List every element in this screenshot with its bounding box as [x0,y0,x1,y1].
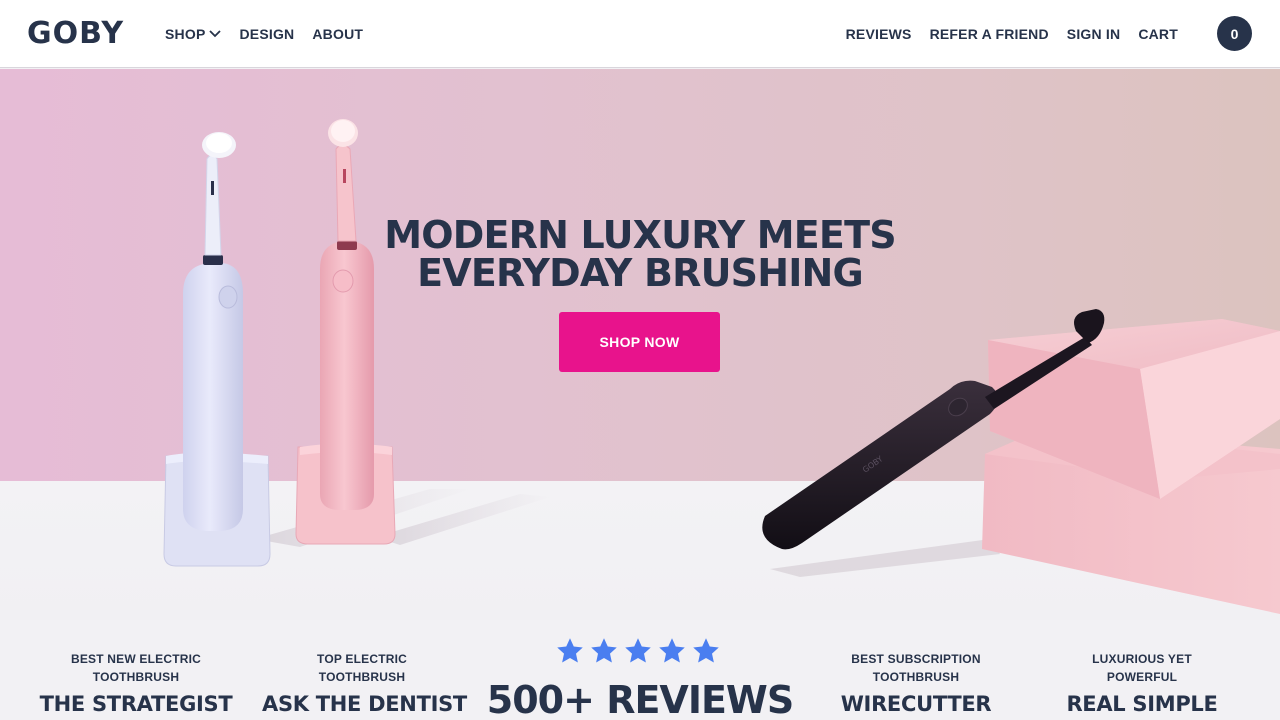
press-source: ASK THE DENTIST [262,692,467,716]
star-icon [557,638,583,663]
shop-now-button[interactable]: SHOP NOW [559,312,720,372]
press-caption-line: POWERFUL [1106,670,1178,684]
hero-banner: GOBY MODERN LUXURY MEETS EVERYDAY BRUSHI… [0,69,1280,620]
primary-nav: SHOP DESIGN ABOUT [165,0,381,68]
press-caption-line: BEST NEW ELECTRIC [70,652,202,666]
press-item-wirecutter: BEST SUBSCRIPTION TOOTHBRUSH WIRECUTTER [816,650,1016,716]
press-strip: BEST NEW ELECTRIC TOOTHBRUSH THE STRATEG… [0,620,1280,720]
goby-logo[interactable]: GOBY [27,16,124,52]
chevron-down-icon [209,30,222,38]
account-nav: REVIEWS REFER A FRIEND SIGN IN CART [828,0,1178,68]
press-source: THE STRATEGIST [39,692,233,716]
nav-sign-in[interactable]: SIGN IN [1067,26,1121,42]
nav-shop[interactable]: SHOP [165,26,222,42]
press-item-real-simple: LUXURIOUS YET POWERFUL REAL SIMPLE [1042,650,1242,716]
press-caption-line: TOP ELECTRIC [317,652,407,666]
hero-heading-line-1: MODERN LUXURY MEETS [384,213,896,257]
cart-count-badge[interactable]: 0 [1217,16,1252,51]
press-caption: LUXURIOUS YET POWERFUL [1042,650,1242,686]
star-icon [659,638,685,663]
press-caption: BEST SUBSCRIPTION TOOTHBRUSH [816,650,1016,686]
black-brush-shadow [770,539,1000,577]
reviews-count[interactable]: 500+ REVIEWS [480,678,800,720]
hero-heading-line-2: EVERYDAY BRUSHING [417,251,864,295]
press-caption-line: TOOTHBRUSH [872,670,960,684]
rating-stars [555,636,725,666]
star-icon [591,638,617,663]
press-caption-line: LUXURIOUS YET [1092,652,1192,666]
site-header: GOBY SHOP DESIGN ABOUT REVIEWS REFER A F… [0,0,1280,68]
press-item-ask-the-dentist: TOP ELECTRIC TOOTHBRUSH ASK THE DENTIST [262,650,467,716]
pink-toothbrush [295,119,396,545]
star-icon [693,638,719,663]
press-caption-line: TOOTHBRUSH [318,670,406,684]
pink-display-blocks [982,319,1280,614]
star-icon [625,638,651,663]
press-source: WIRECUTTER [840,692,992,716]
nav-about[interactable]: ABOUT [312,26,363,42]
press-caption-line: BEST SUBSCRIPTION [851,652,981,666]
nav-refer-a-friend[interactable]: REFER A FRIEND [930,26,1049,42]
nav-cart[interactable]: CART [1138,26,1178,42]
press-caption-line: TOOTHBRUSH [92,670,180,684]
lavender-toothbrush [163,132,271,567]
nav-shop-label: SHOP [165,26,206,42]
press-source: REAL SIMPLE [1066,692,1218,716]
nav-design[interactable]: DESIGN [239,26,294,42]
nav-reviews[interactable]: REVIEWS [846,26,912,42]
hero-heading: MODERN LUXURY MEETS EVERYDAY BRUSHING [340,216,940,292]
press-caption: TOP ELECTRIC TOOTHBRUSH [262,650,462,686]
press-caption: BEST NEW ELECTRIC TOOTHBRUSH [36,650,236,686]
press-item-strategist: BEST NEW ELECTRIC TOOTHBRUSH THE STRATEG… [36,650,236,716]
